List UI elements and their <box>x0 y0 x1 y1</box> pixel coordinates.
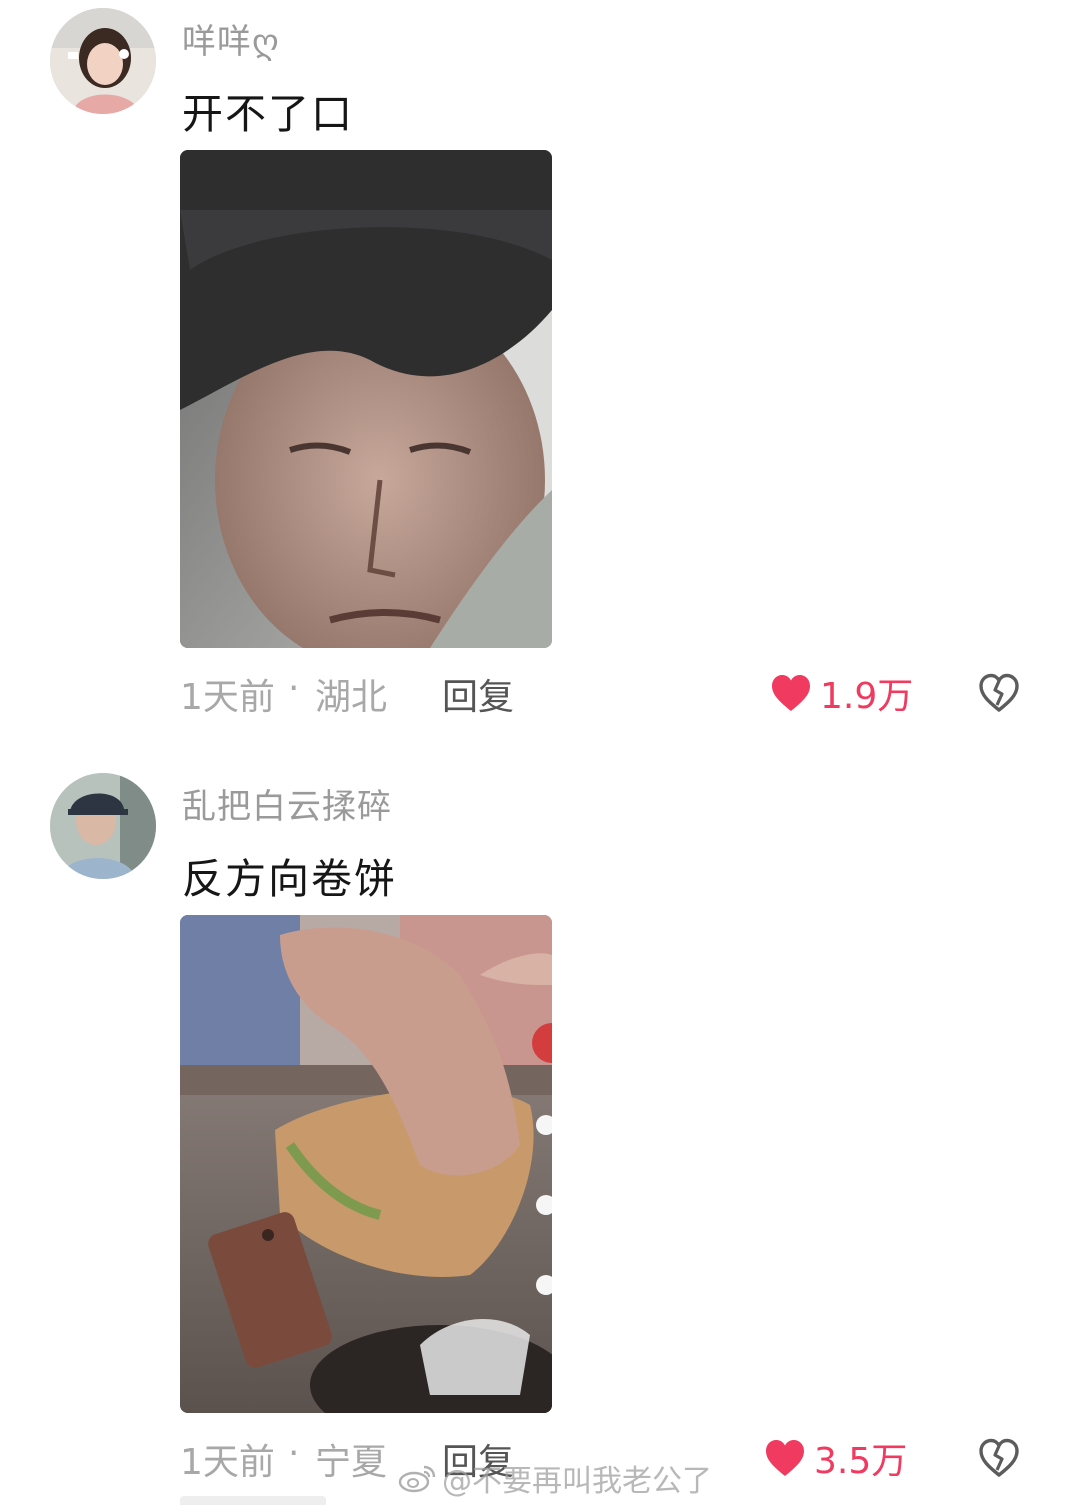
weibo-icon <box>398 1465 436 1493</box>
comment-text: 反方向卷饼 <box>182 855 397 903</box>
reply-button[interactable]: 回复 <box>442 668 514 720</box>
avatar-image <box>50 8 156 114</box>
comment-item: 咩咩ღ 开不了口 1天前 · 湖北 回复 1.9万 <box>0 0 1080 740</box>
heart-icon <box>766 1440 804 1476</box>
broken-heart-icon[interactable] <box>978 1437 1020 1479</box>
avatar[interactable] <box>50 8 156 114</box>
like-count: 1.9万 <box>820 676 914 717</box>
avatar-image <box>50 773 156 879</box>
watermark-text: @不要再叫我老公了 <box>442 1464 712 1499</box>
like-count: 3.5万 <box>814 1441 908 1482</box>
meta-separator: · <box>288 668 300 709</box>
username[interactable]: 乱把白云揉碎 <box>182 779 392 828</box>
comment-time: 1天前 <box>180 677 275 718</box>
comment-text: 开不了口 <box>182 90 354 138</box>
broken-heart-icon[interactable] <box>978 672 1020 714</box>
comment-item: 乱把白云揉碎 反方向卷饼 1天前 · 宁夏 回复 3.5万 <box>0 765 1080 1505</box>
photo-wrapping-pancake <box>180 915 552 1413</box>
comment-image[interactable] <box>180 915 552 1413</box>
comment-list: 咩咩ღ 开不了口 1天前 · 湖北 回复 1.9万 乱把白云揉碎 反方向卷饼 1… <box>0 0 1080 1505</box>
comment-image[interactable] <box>180 150 552 648</box>
next-comment-edge <box>180 1496 326 1505</box>
username[interactable]: 咩咩ღ <box>182 14 280 63</box>
avatar[interactable] <box>50 773 156 879</box>
photo-face-closeup <box>180 150 552 648</box>
heart-icon <box>772 675 810 711</box>
comment-location: 宁夏 <box>315 1442 388 1483</box>
comment-location: 湖北 <box>315 677 388 718</box>
watermark: @不要再叫我老公了 <box>398 1456 712 1500</box>
like-button[interactable]: 3.5万 <box>764 1433 907 1483</box>
meta-separator: · <box>288 1433 300 1474</box>
comment-time: 1天前 <box>180 1442 275 1483</box>
comment-meta: 1天前 · 湖北 回复 1.9万 <box>180 668 1040 718</box>
like-button[interactable]: 1.9万 <box>770 668 913 718</box>
